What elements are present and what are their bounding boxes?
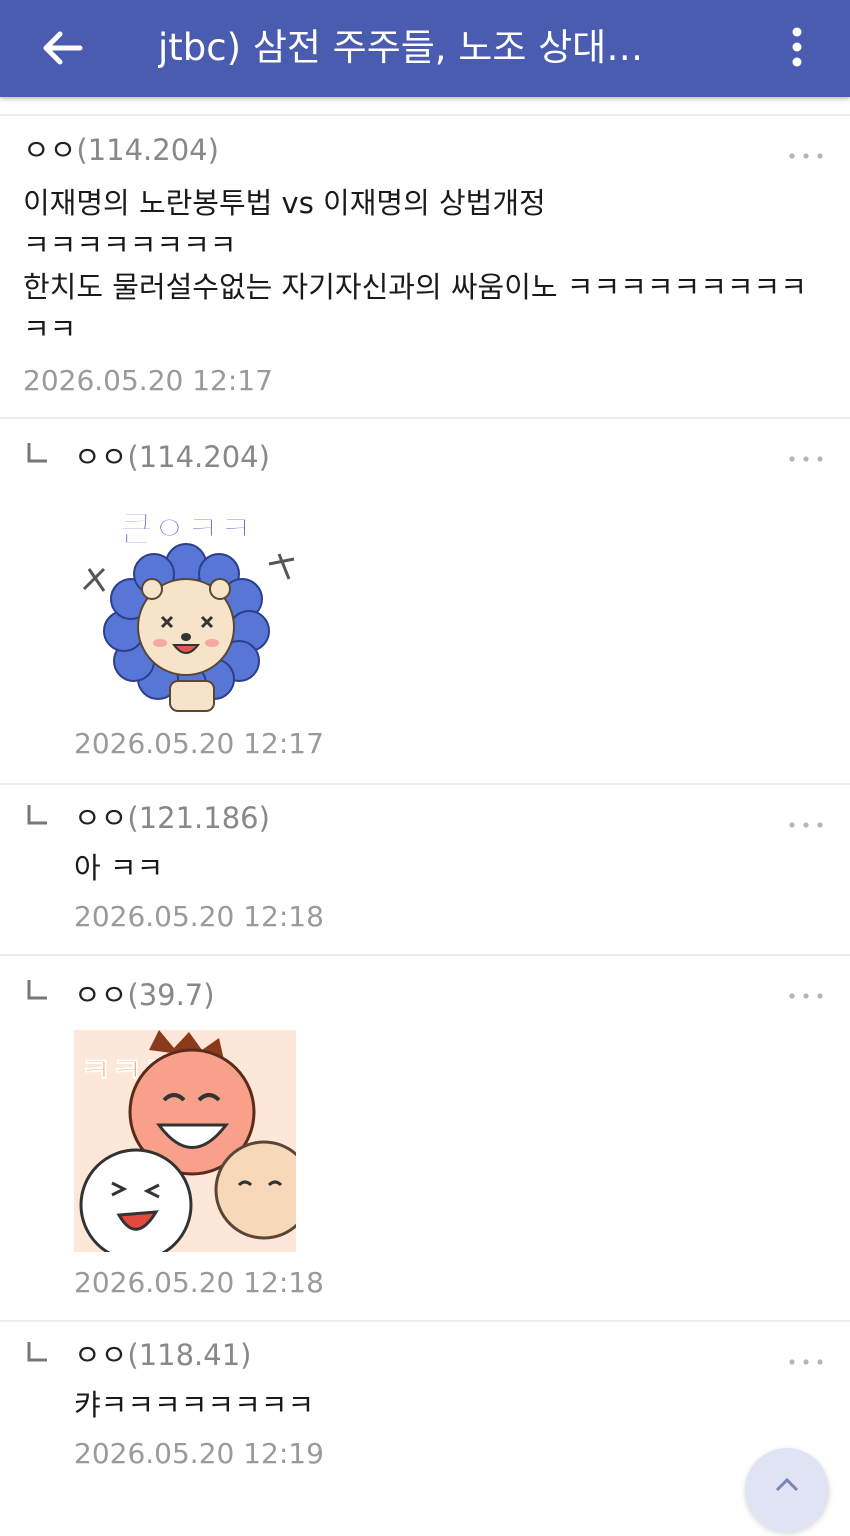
comment-list: ㅇㅇ(114.204) 이재명의 노란봉투법 vs 이재명의 상법개정 ㅋㅋㅋㅋ… bbox=[0, 97, 850, 1489]
more-horizontal-icon[interactable] bbox=[785, 813, 827, 837]
author-ip: (121.186) bbox=[127, 801, 270, 835]
more-horizontal-icon[interactable] bbox=[785, 1350, 827, 1374]
comment-line: 이재명의 노란봉투법 vs 이재명의 상법개정 bbox=[23, 186, 546, 220]
page-title: jtbc) 삼전 주주들, 노조 상대… bbox=[158, 26, 644, 69]
comment-author[interactable]: ㅇㅇ(114.204) bbox=[74, 439, 270, 475]
author-ip: (114.204) bbox=[127, 440, 270, 474]
reply-corner-icon bbox=[27, 805, 47, 825]
reply-item: ㅇㅇ(118.41) 캬ㅋㅋㅋㅋㅋㅋㅋㅋ 2026.05.20 12:19 bbox=[0, 1322, 850, 1489]
more-horizontal-icon[interactable] bbox=[785, 447, 827, 471]
comment-line: ㅋㅋㅋㅋㅋㅋㅋㅋ bbox=[23, 228, 237, 262]
chevron-up-icon bbox=[775, 1477, 799, 1492]
comment-date: 2026.05.20 12:18 bbox=[74, 900, 324, 933]
comment-text: 아 ㅋㅋ bbox=[74, 851, 164, 885]
reply-item: ㅇㅇ(121.186) 아 ㅋㅋ 2026.05.20 12:18 bbox=[0, 785, 850, 956]
comment-date: 2026.05.20 12:17 bbox=[74, 727, 324, 760]
comment-date: 2026.05.20 12:19 bbox=[74, 1437, 324, 1470]
comment-text: 캬ㅋㅋㅋㅋㅋㅋㅋㅋ bbox=[74, 1388, 315, 1422]
author-nickname: ㅇㅇ bbox=[74, 978, 128, 1012]
reply-item: ㅇㅇ(114.204) 큰ㅇㅋㅋ 2026.05.20 12:17 bbox=[0, 419, 850, 785]
more-horizontal-icon[interactable] bbox=[785, 144, 827, 168]
lion-sticker[interactable]: 큰ㅇㅋㅋ bbox=[74, 499, 299, 714]
app-bar: jtbc) 삼전 주주들, 노조 상대… bbox=[0, 0, 850, 97]
comment-date: 2026.05.20 12:17 bbox=[23, 364, 273, 397]
comment-author[interactable]: ㅇㅇ(114.204) bbox=[23, 132, 219, 168]
comment-author[interactable]: ㅇㅇ(118.41) bbox=[74, 1337, 251, 1373]
back-button[interactable] bbox=[30, 22, 92, 74]
laughing-faces-sticker[interactable]: ㅋㅋㅋ bbox=[74, 1030, 296, 1252]
comment-author[interactable]: ㅇㅇ(121.186) bbox=[74, 800, 270, 836]
comment-text: 이재명의 노란봉투법 vs 이재명의 상법개정 ㅋㅋㅋㅋㅋㅋㅋㅋ 한치도 물러설… bbox=[23, 182, 807, 350]
comment-author[interactable]: ㅇㅇ(39.7) bbox=[74, 977, 215, 1013]
overflow-menu-button[interactable] bbox=[772, 22, 822, 74]
comment-line: 한치도 물러설수없는 자기자신과의 싸움이노 ㅋㅋㅋㅋㅋㅋㅋㅋㅋ bbox=[23, 270, 807, 304]
author-ip: (39.7) bbox=[127, 978, 215, 1012]
author-nickname: ㅇㅇ bbox=[74, 801, 128, 835]
author-nickname: ㅇㅇ bbox=[74, 1338, 128, 1372]
author-nickname: ㅇㅇ bbox=[74, 440, 128, 474]
arrow-left-icon bbox=[43, 31, 83, 65]
author-ip: (118.41) bbox=[127, 1338, 252, 1372]
more-horizontal-icon[interactable] bbox=[785, 984, 827, 1008]
reply-corner-icon bbox=[27, 443, 47, 463]
author-ip: (114.204) bbox=[76, 133, 219, 167]
reply-corner-icon bbox=[27, 1342, 47, 1362]
scroll-to-top-button[interactable] bbox=[745, 1448, 829, 1532]
comment-line: ㅋㅋ bbox=[23, 312, 77, 346]
more-vertical-icon bbox=[792, 27, 802, 67]
comment-date: 2026.05.20 12:18 bbox=[74, 1266, 324, 1299]
reply-corner-icon bbox=[27, 980, 47, 1000]
reply-item: ㅇㅇ(39.7) ㅋㅋㅋ 2026.05.20 12:18 bbox=[0, 956, 850, 1322]
author-nickname: ㅇㅇ bbox=[23, 133, 77, 167]
comment-item: ㅇㅇ(114.204) 이재명의 노란봉투법 vs 이재명의 상법개정 ㅋㅋㅋㅋ… bbox=[0, 116, 850, 419]
